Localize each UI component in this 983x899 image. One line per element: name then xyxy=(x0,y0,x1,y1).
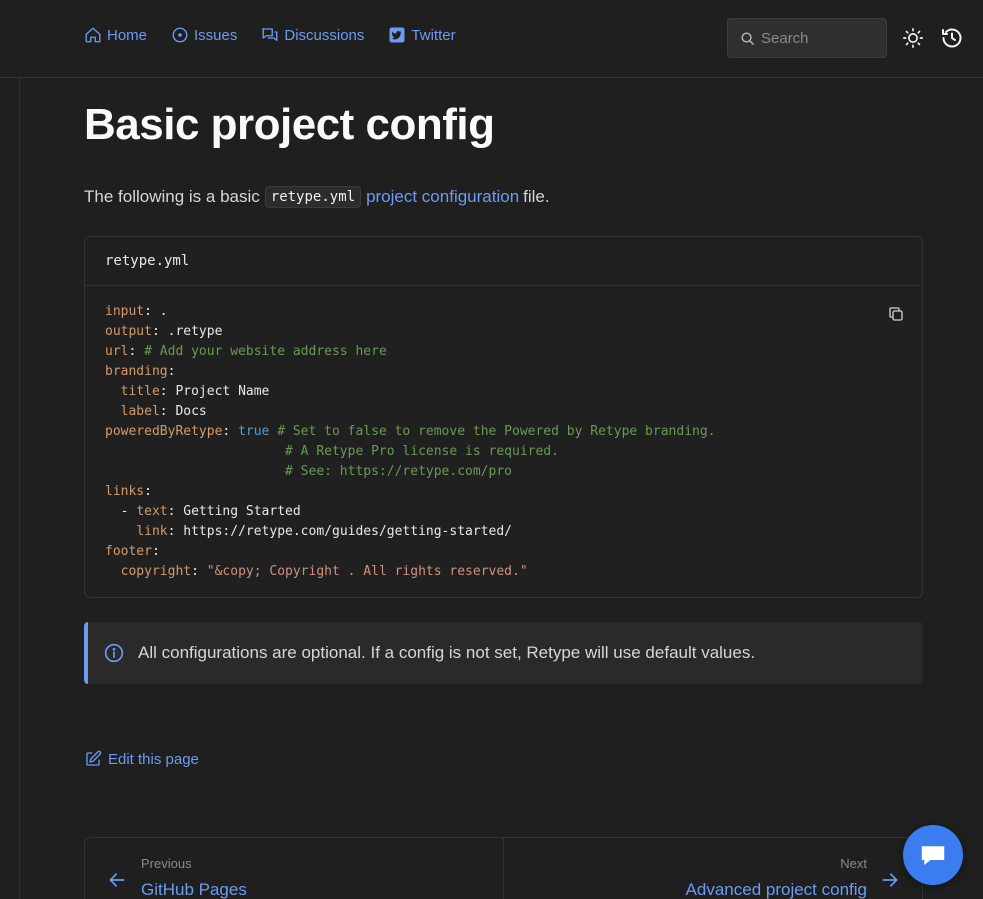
nav-link-label: Issues xyxy=(194,26,238,44)
code-block: retype.yml input: . output: .retype url:… xyxy=(84,236,923,598)
yaml-value: .retype xyxy=(159,324,223,339)
yaml-boolean: true xyxy=(238,424,270,439)
next-page-title: Advanced project config xyxy=(685,880,867,899)
previous-page-title: GitHub Pages xyxy=(141,880,247,899)
yaml-key: input xyxy=(105,304,145,319)
arrow-left-icon xyxy=(109,873,125,887)
chat-icon xyxy=(921,846,945,865)
yaml-value: . xyxy=(151,304,168,319)
yaml-key: url xyxy=(105,344,129,359)
history-icon xyxy=(942,28,962,48)
yaml-comment: # See: https://retype.com/pro xyxy=(285,464,512,479)
next-page-link[interactable]: Next Advanced project config xyxy=(503,838,922,899)
sidebar-divider xyxy=(19,78,20,899)
intro-text-end: file. xyxy=(523,187,550,206)
issue-icon xyxy=(172,27,188,43)
nav-link-home[interactable]: Home xyxy=(84,26,147,44)
yaml-key: poweredByRetype xyxy=(105,424,223,439)
yaml-key: branding xyxy=(105,364,168,379)
yaml-value: https://retype.com/guides/getting-starte… xyxy=(175,524,512,539)
chat-button[interactable] xyxy=(903,825,963,885)
next-label: Next xyxy=(840,856,867,871)
previous-label: Previous xyxy=(141,856,192,871)
yaml-comment: # Add your website address here xyxy=(136,344,387,359)
nav-link-label: Home xyxy=(107,26,148,44)
arrow-right-icon xyxy=(882,873,898,887)
page-navigation: Previous GitHub Pages Next Advanced proj… xyxy=(84,837,923,899)
yaml-comment: # A Retype Pro license is required. xyxy=(285,444,559,459)
yaml-comment: # Set to false to remove the Powered by … xyxy=(269,424,716,439)
copy-icon xyxy=(889,307,903,321)
nav-link-discussions[interactable]: Discussions xyxy=(261,26,364,44)
yaml-value: Getting Started xyxy=(175,504,301,519)
discussions-icon xyxy=(262,28,278,41)
intro-text: The following is a basic xyxy=(84,187,260,206)
yaml-key: text xyxy=(136,504,168,519)
info-callout: All configurations are optional. If a co… xyxy=(84,622,923,684)
nav-link-label: Twitter xyxy=(411,26,456,44)
edit-icon xyxy=(86,750,102,766)
edit-page-label: Edit this page xyxy=(108,750,199,768)
code-content: input: . output: .retype url: # Add your… xyxy=(105,304,716,579)
info-icon xyxy=(104,643,124,663)
search-icon xyxy=(741,32,754,45)
nav-link-issues[interactable]: Issues xyxy=(171,26,237,44)
top-navigation-bar: Home Issues Discussions Twitter xyxy=(0,0,983,78)
callout-text: All configurations are optional. If a co… xyxy=(138,643,756,662)
sun-icon xyxy=(903,28,923,48)
yaml-key: label xyxy=(120,404,160,419)
code-block-filename: retype.yml xyxy=(85,237,922,286)
project-configuration-link[interactable]: project configuration xyxy=(366,187,519,207)
yaml-key: title xyxy=(120,384,160,399)
main-nav: Home Issues Discussions Twitter xyxy=(84,26,456,44)
home-icon xyxy=(85,27,101,43)
nav-link-twitter[interactable]: Twitter xyxy=(388,26,456,44)
yaml-value: Project Name xyxy=(167,384,270,399)
twitter-icon xyxy=(389,27,405,43)
yaml-key: link xyxy=(136,524,168,539)
search-box[interactable] xyxy=(727,18,887,58)
yaml-key: output xyxy=(105,324,152,339)
yaml-key: links xyxy=(105,484,145,499)
yaml-string: "&copy; Copyright . All rights reserved.… xyxy=(206,564,528,579)
nav-link-label: Discussions xyxy=(284,26,365,44)
inline-code-filename: retype.yml xyxy=(264,186,362,208)
intro-paragraph: The following is a basic retype.yml proj… xyxy=(84,186,550,208)
previous-page-link[interactable]: Previous GitHub Pages xyxy=(85,838,503,899)
yaml-key: footer xyxy=(105,544,152,559)
yaml-value: Docs xyxy=(167,404,207,419)
edit-page-link[interactable]: Edit this page xyxy=(84,750,199,768)
copy-code-button[interactable] xyxy=(887,305,905,323)
page-title: Basic project config xyxy=(84,100,495,149)
history-button[interactable] xyxy=(940,26,964,50)
yaml-key: copyright xyxy=(120,564,192,579)
search-input[interactable] xyxy=(761,29,871,47)
theme-toggle-button[interactable] xyxy=(901,26,925,50)
